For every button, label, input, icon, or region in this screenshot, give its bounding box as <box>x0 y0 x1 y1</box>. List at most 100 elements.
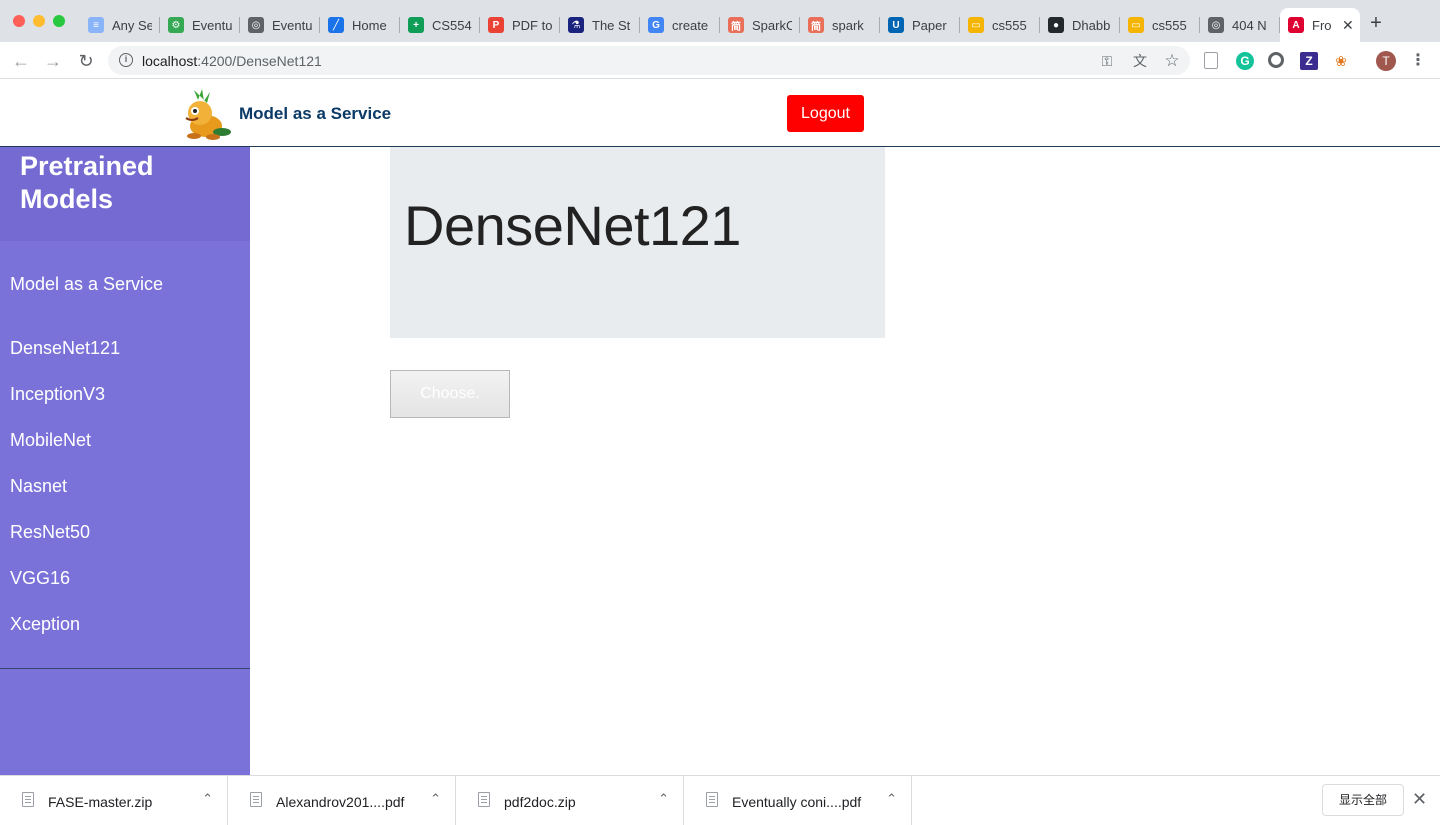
sidebar-item-inceptionv3[interactable]: InceptionV3 <box>10 384 105 405</box>
chart-icon: ╱ <box>328 17 344 33</box>
close-window-button[interactable] <box>13 15 25 27</box>
sidebar-item-resnet50[interactable]: ResNet50 <box>10 522 90 543</box>
browser-tab[interactable]: ▭ cs555 <box>960 8 1040 42</box>
slides-icon: ▭ <box>968 17 984 33</box>
close-tab-icon[interactable]: ✕ <box>1342 17 1354 34</box>
metamask-fox-icon[interactable]: ❀ <box>1332 52 1350 70</box>
sheets-icon: + <box>408 17 424 33</box>
menu-kebab-icon[interactable]: ⋮ <box>1409 52 1427 70</box>
jianshu-icon: 简 <box>728 17 744 33</box>
tab-label: 404 N <box>1232 17 1267 33</box>
download-filename: Eventually coni....pdf <box>732 794 862 810</box>
download-item[interactable]: pdf2doc.zip ⌃ <box>456 776 684 825</box>
model-title: DenseNet121 <box>404 194 741 257</box>
browser-tab[interactable]: A Fro ✕ <box>1280 8 1360 42</box>
zotero-icon[interactable]: Z <box>1300 52 1318 70</box>
sidebar-item-mobilenet[interactable]: MobileNet <box>10 430 91 451</box>
url-host: localhost <box>142 53 198 69</box>
tab-label: Eventu <box>192 17 232 33</box>
back-arrow-icon[interactable]: ← <box>11 51 31 71</box>
app-header: Model as a Service Logout <box>0 80 1440 147</box>
minimize-window-button[interactable] <box>33 15 45 27</box>
translate-icon[interactable]: 文 <box>1131 52 1149 70</box>
download-item[interactable]: Eventually coni....pdf ⌃ <box>684 776 912 825</box>
doc-icon: ≡ <box>88 17 104 33</box>
github-icon: ● <box>1048 17 1064 33</box>
tab-label: Paper <box>912 17 947 33</box>
browser-tab[interactable]: Gcreate <box>640 8 720 42</box>
download-bar: FASE-master.zip ⌃ Alexandrov201....pdf ⌃… <box>0 775 1440 825</box>
show-all-downloads-button[interactable]: 显示全部 <box>1322 784 1404 816</box>
grammarly-icon[interactable]: G <box>1236 52 1254 70</box>
circle-extension-icon[interactable] <box>1268 52 1284 68</box>
page-extension-icon[interactable] <box>1204 52 1218 69</box>
browser-tab[interactable]: ≡ Any Se <box>80 8 160 42</box>
browser-tab[interactable]: ⚙ Eventu <box>160 8 240 42</box>
sidebar-item-densenet121[interactable]: DenseNet121 <box>10 338 120 359</box>
tab-label: CS554 <box>432 17 472 33</box>
close-icon[interactable]: ✕ <box>1412 789 1427 810</box>
chevron-up-icon[interactable]: ⌃ <box>430 791 441 807</box>
tab-label: spark <box>832 17 864 33</box>
sidebar-item-nasnet[interactable]: Nasnet <box>10 476 67 497</box>
chevron-up-icon[interactable]: ⌃ <box>886 791 897 807</box>
chevron-up-icon[interactable]: ⌃ <box>658 791 669 807</box>
download-item[interactable]: FASE-master.zip ⌃ <box>0 776 228 825</box>
tab-label: Home <box>352 17 387 33</box>
url-path: :4200/DenseNet121 <box>197 53 322 69</box>
tab-label: create <box>672 17 709 33</box>
model-jumbotron: DenseNet121 <box>390 147 885 338</box>
browser-tab[interactable]: ╱ Home <box>320 8 400 42</box>
tab-label: SparkC <box>752 17 792 33</box>
tab-label: cs555 <box>992 17 1027 33</box>
browser-tab[interactable]: U Paper <box>880 8 960 42</box>
browser-tab[interactable]: ▭ cs555 <box>1120 8 1200 42</box>
sidebar-item-vgg16[interactable]: VGG16 <box>10 568 70 589</box>
sidebar-title: Pretrained Models <box>20 151 154 214</box>
pdf-file-icon <box>706 792 718 807</box>
sidebar-subtitle-link[interactable]: Model as a Service <box>10 274 163 295</box>
site-info-icon[interactable]: i <box>119 53 133 67</box>
tab-label: cs555 <box>1152 17 1187 33</box>
brand-title[interactable]: Model as a Service <box>239 104 391 124</box>
browser-tab[interactable]: P PDF to <box>480 8 560 42</box>
download-item[interactable]: Alexandrov201....pdf ⌃ <box>228 776 456 825</box>
globe-icon: ◎ <box>248 17 264 33</box>
tab-label: The St <box>592 17 631 33</box>
browser-toolbar: ← → ↻ i localhost:4200/DenseNet121 ⚿ 文 ☆… <box>0 42 1440 79</box>
sidebar-divider <box>0 668 250 669</box>
forward-arrow-icon[interactable]: → <box>43 51 63 71</box>
tab-label: Any Se <box>112 17 152 33</box>
key-icon[interactable]: ⚿ <box>1098 52 1116 70</box>
reload-icon[interactable]: ↻ <box>76 51 96 71</box>
sidebar-item-xception[interactable]: Xception <box>10 614 80 635</box>
browser-tab[interactable]: ◎ 404 N <box>1200 8 1280 42</box>
url-text[interactable]: localhost:4200/DenseNet121 <box>142 53 322 69</box>
browser-tab[interactable]: + CS554 <box>400 8 480 42</box>
browser-tab-strip: ≡ Any Se ⚙ Eventu ◎ Eventu ╱ Home + CS554 P PDF to ⚗… <box>0 0 1440 42</box>
browser-tab[interactable]: ● Dhabb <box>1040 8 1120 42</box>
browser-tab[interactable]: 简 spark <box>800 8 880 42</box>
download-filename: Alexandrov201....pdf <box>276 794 405 810</box>
tab-label: Dhabb <box>1072 17 1111 33</box>
new-tab-button[interactable]: + <box>1366 12 1386 35</box>
browser-tab[interactable]: 简 SparkC <box>720 8 800 42</box>
globe-icon: ◎ <box>1208 17 1224 33</box>
logout-button[interactable]: Logout <box>787 95 864 132</box>
download-filename: pdf2doc.zip <box>504 794 576 810</box>
address-bar[interactable]: i localhost:4200/DenseNet121 ⚿ 文 ☆ <box>108 46 1190 75</box>
browser-tab[interactable]: ⚗ The St <box>560 8 640 42</box>
tab-label: PDF to <box>512 17 552 33</box>
star-bookmark-icon[interactable]: ☆ <box>1163 52 1181 70</box>
pineapple-logo-icon <box>185 89 231 140</box>
profile-avatar[interactable]: T <box>1376 51 1396 71</box>
download-filename: FASE-master.zip <box>48 794 153 810</box>
flask-icon: ⚗ <box>568 17 584 33</box>
sidebar: Pretrained Models Model as a Service Den… <box>0 147 250 775</box>
chevron-up-icon[interactable]: ⌃ <box>202 791 213 807</box>
choose-file-button[interactable]: Choose. <box>390 370 510 418</box>
browser-tab[interactable]: ◎ Eventu <box>240 8 320 42</box>
angular-icon: A <box>1288 17 1304 33</box>
pdfdoc-icon: P <box>488 17 504 33</box>
fullscreen-window-button[interactable] <box>53 15 65 27</box>
